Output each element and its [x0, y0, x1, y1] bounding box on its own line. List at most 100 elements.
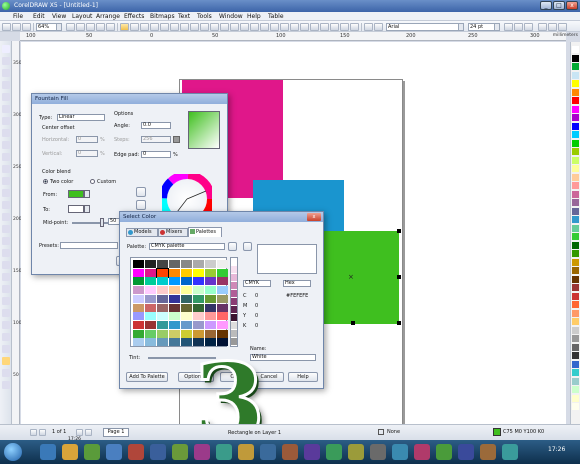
chevron-down-icon[interactable]: [84, 190, 90, 198]
midpoint-slider-thumb[interactable]: [100, 218, 104, 227]
fill-type-select[interactable]: Linear: [57, 114, 105, 121]
help-button[interactable]: Help: [288, 372, 318, 382]
palette-swatch[interactable]: [205, 320, 216, 329]
presets-select[interactable]: [60, 242, 118, 249]
palette-swatch[interactable]: [133, 294, 144, 303]
palette-color-swatch[interactable]: [572, 318, 579, 325]
palette-swatch[interactable]: [145, 286, 156, 295]
palette-swatch[interactable]: [169, 294, 180, 303]
palette-color-swatch[interactable]: [572, 284, 579, 291]
palette-swatch[interactable]: [217, 303, 228, 312]
palette-color-swatch[interactable]: [572, 148, 579, 155]
chevron-down-icon[interactable]: [84, 205, 90, 213]
palette-swatch[interactable]: [181, 329, 192, 338]
eyedropper-icon[interactable]: [136, 187, 146, 197]
tab-mixers[interactable]: Mixers: [158, 228, 188, 237]
palette-swatch[interactable]: [193, 277, 204, 286]
palette-swatch[interactable]: [156, 267, 169, 278]
taskbar-app-icon[interactable]: [40, 444, 56, 460]
taskbar-app-icon[interactable]: [194, 444, 210, 460]
palette-swatch[interactable]: [133, 312, 144, 321]
palette-swatch[interactable]: [145, 320, 156, 329]
taskbar-app-icon[interactable]: [106, 444, 122, 460]
palette-swatch[interactable]: [169, 329, 180, 338]
palette-shade-swatch[interactable]: [231, 290, 237, 297]
palette-color-swatch[interactable]: [572, 182, 579, 189]
palette-swatch[interactable]: [169, 268, 180, 277]
palette-swatch[interactable]: [157, 260, 168, 268]
palette-swatch[interactable]: [217, 286, 228, 295]
palette-swatch[interactable]: [157, 329, 168, 338]
vertical-offset-field[interactable]: 0: [76, 150, 98, 157]
taskbar-app-icon[interactable]: [326, 444, 342, 460]
palette-color-swatch[interactable]: [572, 71, 579, 79]
palette-swatch[interactable]: [181, 303, 192, 312]
palette-swatch[interactable]: [133, 320, 144, 329]
palette-swatch[interactable]: [181, 286, 192, 295]
palette-color-swatch[interactable]: [572, 190, 579, 198]
palette-swatch[interactable]: [169, 312, 180, 321]
palette-swatch-grid[interactable]: [130, 257, 228, 347]
last-page-icon[interactable]: [85, 429, 92, 436]
palette-swatch[interactable]: [133, 260, 144, 268]
palette-color-swatch[interactable]: [572, 224, 579, 232]
palette-swatch[interactable]: [145, 294, 156, 303]
palette-swatch[interactable]: [205, 303, 216, 312]
taskbar-app-icon[interactable]: [392, 444, 408, 460]
palette-swatch[interactable]: [145, 268, 156, 277]
palette-swatch[interactable]: [193, 286, 204, 295]
add-to-palette-button[interactable]: Add To Palette: [126, 372, 168, 382]
palette-swatch[interactable]: [169, 286, 180, 295]
palette-color-swatch[interactable]: [572, 386, 579, 393]
taskbar-app-icon[interactable]: [414, 444, 430, 460]
taskbar-app-icon[interactable]: [370, 444, 386, 460]
palette-swatch[interactable]: [193, 312, 204, 321]
taskbar-folder-icon[interactable]: [62, 444, 78, 460]
palette-swatch[interactable]: [205, 260, 216, 268]
palette-color-swatch[interactable]: [572, 97, 579, 104]
gradient-preview[interactable]: [188, 111, 220, 149]
palette-swatch[interactable]: [169, 303, 180, 312]
palette-swatch[interactable]: [205, 294, 216, 303]
palette-color-swatch[interactable]: [572, 369, 579, 376]
palette-color-swatch[interactable]: [572, 275, 579, 283]
palette-swatch[interactable]: [157, 338, 168, 347]
palette-swatch[interactable]: [145, 260, 156, 268]
palette-swatch[interactable]: [193, 268, 204, 277]
taskbar-app-icon[interactable]: [502, 444, 518, 460]
fill-color-swatch[interactable]: [493, 428, 501, 436]
palette-shade-swatch[interactable]: [231, 282, 237, 289]
page-tab-page-1[interactable]: Page 1: [103, 428, 129, 437]
palette-swatch[interactable]: [181, 320, 192, 329]
taskbar-app-icon[interactable]: [150, 444, 166, 460]
tab-models[interactable]: Models: [126, 228, 158, 237]
palette-swatch[interactable]: [133, 277, 144, 286]
palette-swatch[interactable]: [217, 329, 228, 338]
palette-swatch[interactable]: [133, 286, 144, 295]
taskbar-app-icon[interactable]: [216, 444, 232, 460]
palette-swatch[interactable]: [193, 329, 204, 338]
palette-color-swatch[interactable]: [572, 301, 579, 308]
taskbar-app-icon[interactable]: [172, 444, 188, 460]
palette-color-swatch[interactable]: [572, 173, 579, 181]
palette-swatch[interactable]: [181, 312, 192, 321]
tab-palettes[interactable]: Palettes: [188, 227, 222, 237]
palette-swatch[interactable]: [133, 303, 144, 312]
palette-color-swatch[interactable]: [572, 207, 579, 215]
to-color-swatch[interactable]: [68, 205, 84, 213]
close-icon[interactable]: x: [307, 213, 321, 221]
eyedropper-icon[interactable]: [243, 242, 252, 251]
palette-color-swatch[interactable]: [572, 131, 579, 138]
color-palette[interactable]: [570, 42, 580, 424]
palette-color-swatch[interactable]: [572, 394, 579, 402]
palette-shade-swatch[interactable]: [231, 274, 237, 281]
palette-swatch[interactable]: [133, 329, 144, 338]
palette-color-swatch[interactable]: [572, 216, 579, 223]
palette-swatch[interactable]: [205, 268, 216, 277]
palette-swatch[interactable]: [217, 277, 228, 286]
palette-color-swatch[interactable]: [572, 267, 579, 274]
palette-color-swatch[interactable]: [572, 233, 579, 240]
palette-shade-strip[interactable]: [230, 257, 238, 347]
palette-select[interactable]: CMYK palette: [149, 243, 225, 250]
palette-color-swatch[interactable]: [572, 105, 579, 113]
